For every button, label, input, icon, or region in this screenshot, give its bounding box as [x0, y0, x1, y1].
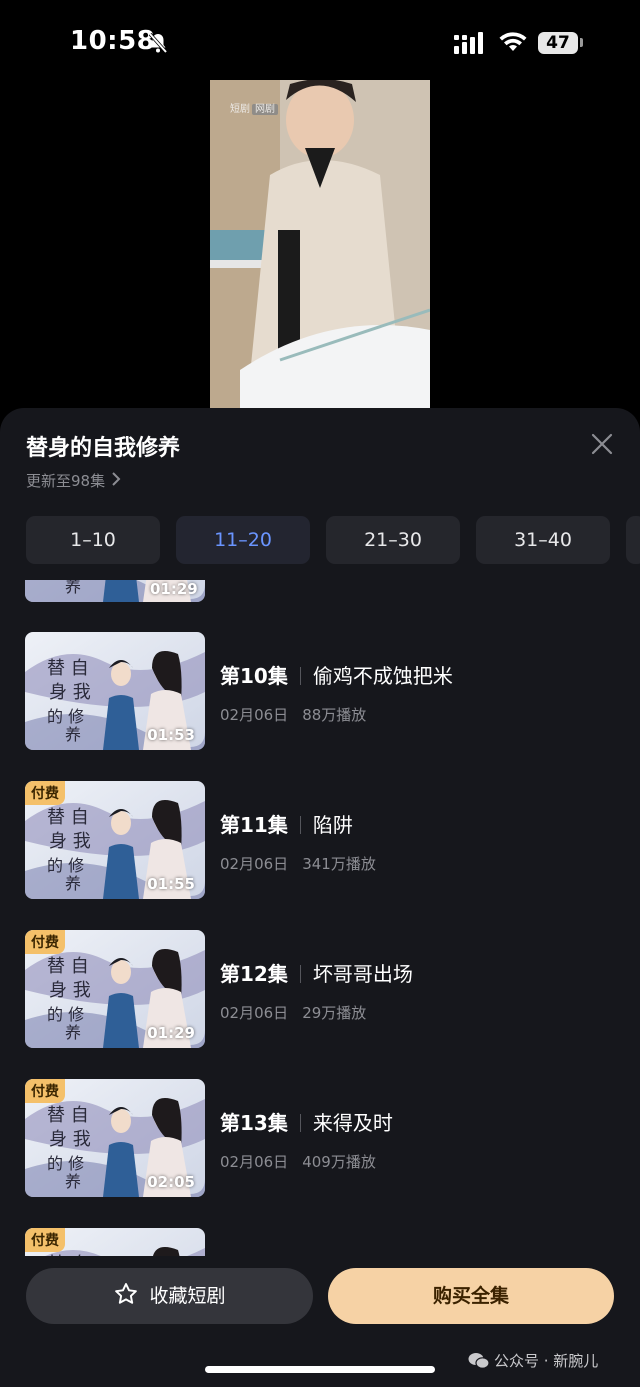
episode-duration: 01:53 — [147, 726, 195, 744]
svg-text:养: 养 — [65, 874, 81, 893]
svg-text:身 我: 身 我 — [49, 682, 91, 703]
status-bar: 10:58 47 — [0, 0, 640, 80]
episode-date: 02月06日 — [220, 1004, 289, 1022]
cellular-signal-icon — [454, 32, 488, 58]
title-separator — [299, 965, 301, 983]
watermark-text: 公众号 · 新腕儿 — [494, 1352, 599, 1370]
episode-plays: 29万播放 — [302, 1004, 367, 1022]
episode-meta: 02月06日 341万播放 — [220, 853, 376, 874]
episode-number: 第10集 — [220, 664, 288, 688]
watermark-text: 短剧 — [230, 104, 250, 115]
video-watermark: 短剧 网剧 — [230, 100, 278, 115]
buy-all-button[interactable]: 购买全集 — [328, 1268, 614, 1324]
svg-text:的 修: 的 修 — [47, 1154, 84, 1173]
tab-21-30[interactable]: 21–30 — [326, 516, 460, 564]
update-status-text: 更新至98集 — [26, 472, 106, 490]
episode-date: 02月06日 — [220, 706, 289, 724]
episode-duration: 01:29 — [150, 580, 198, 598]
svg-text:的 修: 的 修 — [47, 856, 84, 875]
favorite-drama-button[interactable]: 收藏短剧 — [26, 1268, 313, 1324]
tab-next-partial[interactable] — [626, 516, 640, 564]
paid-badge: 付费 — [25, 1228, 65, 1252]
list-item[interactable]: 替 自 身 我 的 修 养 付费 02:05 第13集 来得及时 02月06日 40… — [0, 1079, 640, 1199]
paid-badge: 付费 — [25, 930, 65, 954]
tab-31-40[interactable]: 31–40 — [476, 516, 610, 564]
video-frame-image — [210, 80, 430, 410]
silent-bell-icon — [146, 31, 170, 59]
tab-1-10[interactable]: 1–10 — [26, 516, 160, 564]
clock: 10:58 — [70, 26, 156, 56]
episode-plays: 409万播放 — [302, 1153, 376, 1171]
episode-thumbnail: 替 自 身 我 的 修 养 01:53 — [25, 632, 205, 750]
episode-thumbnail: 替 自 身 我 的 修 养 付费 01:55 — [25, 781, 205, 899]
episode-title: 第10集 偷鸡不成蚀把米 — [220, 660, 453, 689]
episode-meta: 02月06日 409万播放 — [220, 1151, 376, 1172]
episode-title: 第11集 陷阱 — [220, 809, 353, 838]
list-item[interactable]: 替 自 身 我 的 修 养 01:53 第10集 偷鸡不成蚀把米 02月06日 88… — [0, 632, 640, 752]
svg-text:替 自: 替 自 — [47, 956, 89, 977]
episode-plays: 341万播放 — [302, 855, 376, 873]
title-separator — [299, 667, 301, 685]
paid-badge: 付费 — [25, 781, 65, 805]
wifi-icon — [499, 31, 527, 57]
svg-text:的 修: 的 修 — [47, 1005, 84, 1024]
battery-tip — [580, 38, 583, 47]
svg-text:替 自: 替 自 — [47, 1105, 89, 1126]
watermark-tag: 网剧 — [252, 104, 278, 115]
paid-badge: 付费 — [25, 1079, 65, 1103]
episode-number: 第11集 — [220, 813, 288, 837]
wechat-watermark: 公众号 · 新腕儿 — [468, 1350, 598, 1371]
episode-name: 偷鸡不成蚀把米 — [312, 664, 453, 688]
svg-text:的 修: 的 修 — [47, 707, 84, 726]
svg-text:替 自: 替 自 — [47, 658, 89, 679]
list-item[interactable]: 替 自 身 我 的 修 养 01:29 — [0, 580, 640, 604]
title-separator — [299, 816, 301, 834]
episode-title: 第12集 坏哥哥出场 — [220, 958, 413, 987]
svg-text:养: 养 — [65, 725, 81, 744]
favorite-label: 收藏短剧 — [149, 1285, 226, 1307]
svg-text:养: 养 — [65, 580, 81, 596]
drama-title: 替身的自我修养 — [26, 436, 181, 461]
update-status-link[interactable]: 更新至98集 — [26, 470, 121, 491]
episode-thumbnail: 替 自 身 我 的 修 养 付费 02:05 — [25, 1079, 205, 1197]
svg-text:替 自: 替 自 — [47, 807, 89, 828]
list-item[interactable]: 替 自 身 我 的 修 养 付费 01:29 第12集 坏哥哥出场 02月06日 2… — [0, 930, 640, 1050]
episode-date: 02月06日 — [220, 1153, 289, 1171]
list-item[interactable]: 替 自 身 我 的 修 养 付费 01:55 第11集 陷阱 02月06日 341万… — [0, 781, 640, 901]
list-item[interactable]: 替 自 身 我 的 修 养 付费 — [0, 1228, 640, 1256]
svg-text:养: 养 — [65, 1023, 81, 1042]
close-icon[interactable] — [590, 432, 614, 460]
episode-name: 陷阱 — [312, 813, 353, 837]
episode-plays: 88万播放 — [302, 706, 367, 724]
episode-number: 第12集 — [220, 962, 288, 986]
episode-name: 来得及时 — [312, 1111, 393, 1135]
wechat-icon — [468, 1353, 490, 1369]
title-separator — [299, 1114, 301, 1132]
svg-text:养: 养 — [65, 1172, 81, 1191]
chevron-right-icon — [111, 472, 121, 490]
episode-meta: 02月06日 88万播放 — [220, 704, 366, 725]
battery-level: 47 — [538, 32, 578, 54]
episode-date: 02月06日 — [220, 855, 289, 873]
episode-thumbnail: 替 自 身 我 的 修 养 付费 01:29 — [25, 930, 205, 1048]
episode-name: 坏哥哥出场 — [312, 962, 413, 986]
video-player[interactable]: 短剧 网剧 — [210, 80, 430, 410]
home-indicator[interactable] — [205, 1366, 435, 1373]
episode-duration: 01:55 — [147, 875, 195, 893]
episode-title: 第13集 来得及时 — [220, 1107, 393, 1136]
episode-meta: 02月06日 29万播放 — [220, 1002, 366, 1023]
episode-sheet: 替身的自我修养 更新至98集 1–10 11–20 21–30 31–40 替 … — [0, 408, 640, 1387]
svg-text:身 我: 身 我 — [49, 980, 91, 1001]
episode-thumbnail: 替 自 身 我 的 修 养 付费 — [25, 1228, 205, 1256]
tab-11-20[interactable]: 11–20 — [176, 516, 310, 564]
episode-number: 第13集 — [220, 1111, 288, 1135]
episode-duration: 02:05 — [147, 1173, 195, 1191]
svg-text:身 我: 身 我 — [49, 1129, 91, 1150]
episode-list[interactable]: 替 自 身 我 的 修 养 01:29 替 自 身 我 的 修 养 01:53 … — [0, 580, 640, 1256]
svg-text:身 我: 身 我 — [49, 831, 91, 852]
star-icon — [115, 1283, 138, 1304]
episode-duration: 01:29 — [147, 1024, 195, 1042]
svg-text:替 自: 替 自 — [47, 1254, 89, 1256]
